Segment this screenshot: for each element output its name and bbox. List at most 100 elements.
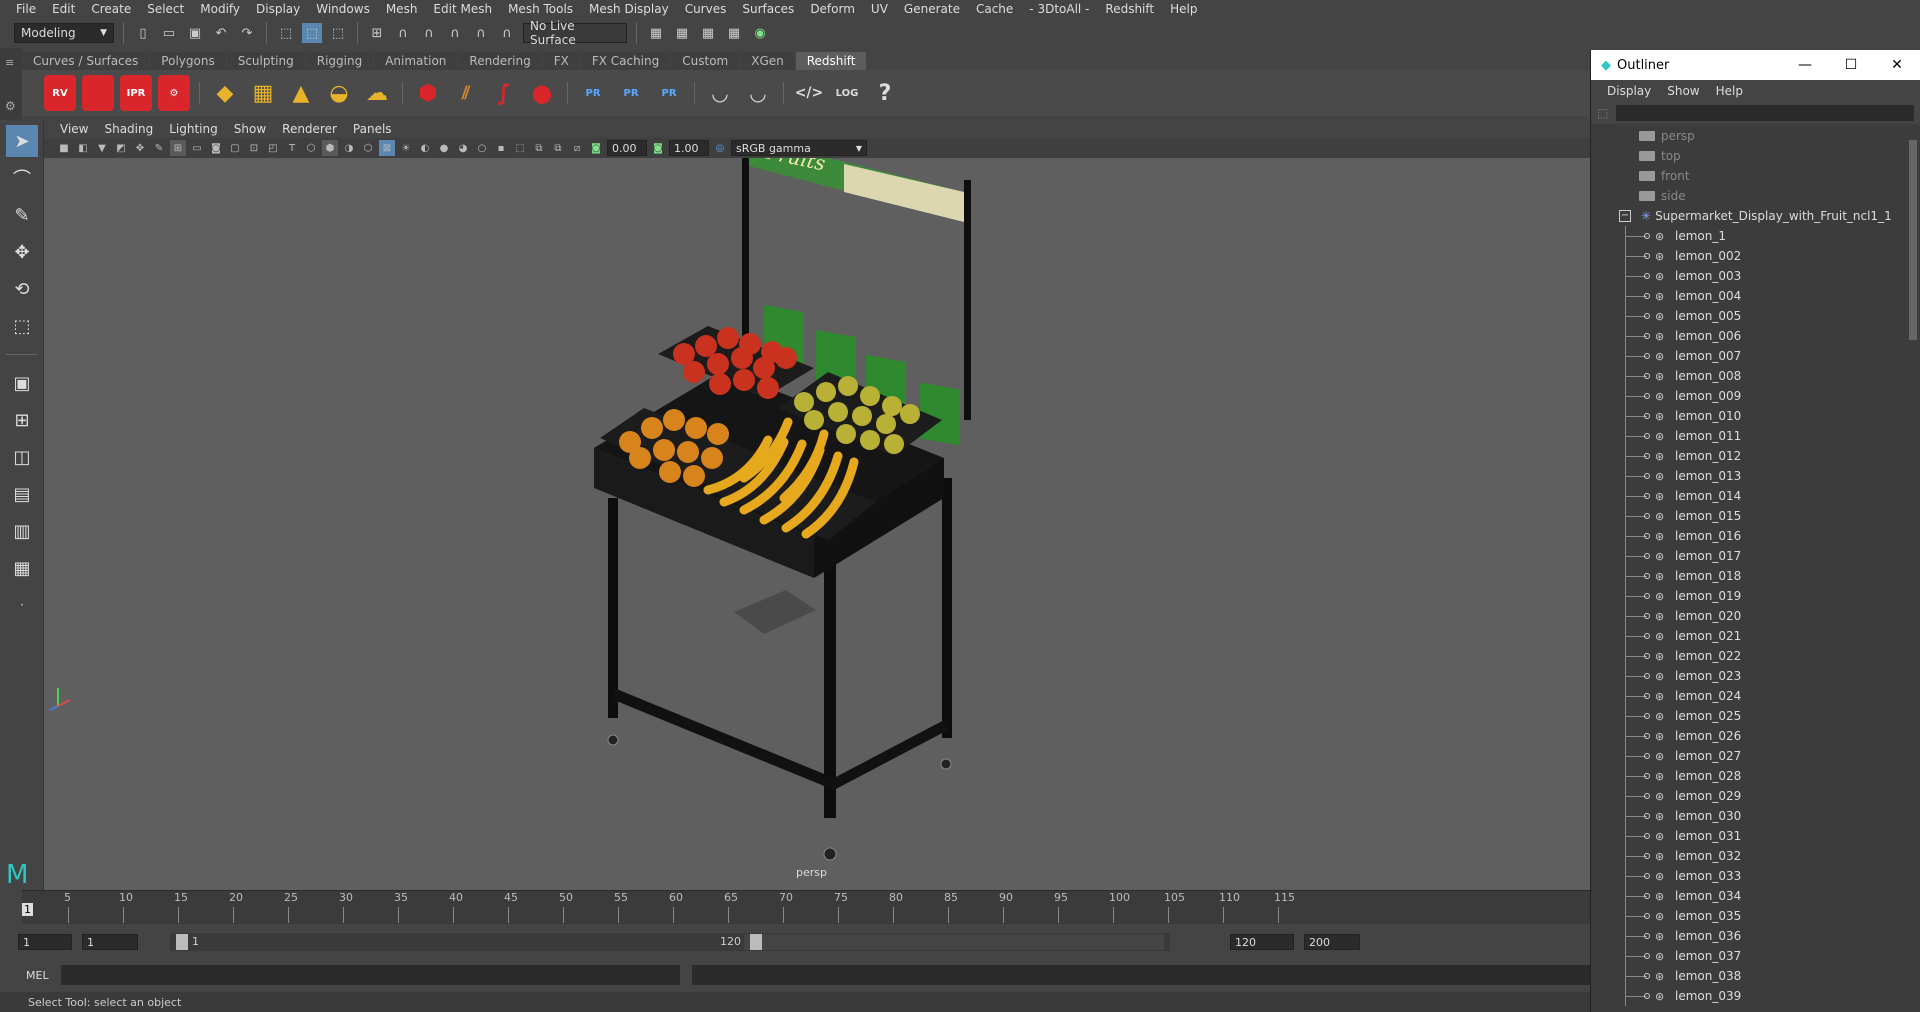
outliner-item-lemon[interactable]: ⊛ lemon_032 [1591, 846, 1907, 866]
grid-icon[interactable]: ⊞ [170, 140, 186, 156]
menu-modify[interactable]: Modify [192, 2, 248, 16]
log-icon[interactable]: LOG [831, 75, 863, 111]
outliner-item-group[interactable]: − ✳ Supermarket_Display_with_Fruit_ncl1_… [1591, 206, 1907, 226]
outliner-item-lemon[interactable]: ⊛ lemon_025 [1591, 706, 1907, 726]
menu-windows[interactable]: Windows [308, 2, 378, 16]
outliner-item-lemon[interactable]: ⊛ lemon_020 [1591, 606, 1907, 626]
field-chart-icon[interactable]: ⊡ [246, 140, 262, 156]
more-layouts-icon[interactable]: · [6, 589, 38, 621]
two-pane-icon[interactable]: ◫ [6, 441, 38, 473]
snap-point-icon[interactable]: ∩ [419, 23, 439, 43]
camera-attrs-icon[interactable]: ◧ [75, 140, 91, 156]
outliner-item-lemon[interactable]: ⊛ lemon_1 [1591, 226, 1907, 246]
outliner-item-top[interactable]: top [1591, 146, 1907, 166]
panel-menu-shading[interactable]: Shading [96, 122, 161, 136]
expand-dot-icon[interactable] [1644, 493, 1650, 499]
scale-tool-icon[interactable]: ⬚ [6, 310, 38, 342]
expand-dot-icon[interactable] [1644, 933, 1650, 939]
menu-edit-mesh[interactable]: Edit Mesh [425, 2, 500, 16]
menu-generate[interactable]: Generate [896, 2, 968, 16]
outliner-item-lemon[interactable]: ⊛ lemon_002 [1591, 246, 1907, 266]
outliner-item-lemon[interactable]: ⊛ lemon_026 [1591, 726, 1907, 746]
exposure-icon[interactable]: ◙ [588, 140, 604, 156]
redo-icon[interactable]: ↷ [237, 23, 257, 43]
expand-dot-icon[interactable] [1644, 333, 1650, 339]
expand-dot-icon[interactable] [1644, 753, 1650, 759]
expand-dot-icon[interactable] [1644, 273, 1650, 279]
bookmark-icon[interactable]: ▼ [94, 140, 110, 156]
outliner-item-lemon[interactable]: ⊛ lemon_012 [1591, 446, 1907, 466]
range-slider[interactable]: 1 120 [170, 933, 1170, 951]
outliner-item-lemon[interactable]: ⊛ lemon_009 [1591, 386, 1907, 406]
gear-icon[interactable]: ⚙ [5, 99, 22, 113]
image-plane-icon[interactable]: ◩ [113, 140, 129, 156]
menu-uv[interactable]: UV [863, 2, 896, 16]
expand-dot-icon[interactable] [1644, 433, 1650, 439]
panel-menu-lighting[interactable]: Lighting [161, 122, 226, 136]
undo-icon[interactable]: ↶ [211, 23, 231, 43]
tab-redshift[interactable]: Redshift [795, 52, 867, 70]
panel-menu-panels[interactable]: Panels [345, 122, 400, 136]
outliner-search-input[interactable] [1616, 105, 1914, 121]
ipr-render-icon[interactable]: ▦ [698, 23, 718, 43]
expand-dot-icon[interactable] [1644, 413, 1650, 419]
outliner-item-lemon[interactable]: ⊛ lemon_007 [1591, 346, 1907, 366]
outliner-item-lemon[interactable]: ⊛ lemon_011 [1591, 426, 1907, 446]
outliner-item-lemon[interactable]: ⊛ lemon_022 [1591, 646, 1907, 666]
menu-mesh-display[interactable]: Mesh Display [581, 2, 677, 16]
outliner-item-lemon[interactable]: ⊛ lemon_005 [1591, 306, 1907, 326]
outliner-item-lemon[interactable]: ⊛ lemon_029 [1591, 786, 1907, 806]
persp-graph-icon[interactable]: ▦ [6, 552, 38, 584]
expand-dot-icon[interactable] [1644, 973, 1650, 979]
pr-swap-icon[interactable]: PR [653, 75, 685, 111]
isolate-select-icon[interactable]: ⬚ [512, 140, 528, 156]
menu-edit[interactable]: Edit [44, 2, 83, 16]
expand-dot-icon[interactable] [1644, 553, 1650, 559]
film-gate-icon[interactable]: ▭ [189, 140, 205, 156]
expand-dot-icon[interactable] [1644, 253, 1650, 259]
command-input[interactable] [60, 965, 680, 985]
outliner-item-lemon[interactable]: ⊛ lemon_015 [1591, 506, 1907, 526]
collapse-icon[interactable]: − [1619, 210, 1631, 222]
motion-blur-icon[interactable]: ◕ [455, 140, 471, 156]
paint-select-icon[interactable]: ✎ [6, 199, 38, 231]
bowl-alt-icon[interactable]: ◡ [742, 75, 774, 111]
smooth-shade-icon[interactable]: ⬢ [322, 140, 338, 156]
menu-redshift[interactable]: Redshift [1097, 2, 1162, 16]
outliner-item-lemon[interactable]: ⊛ lemon_023 [1591, 666, 1907, 686]
outliner-item-lemon[interactable]: ⊛ lemon_027 [1591, 746, 1907, 766]
outliner-item-lemon[interactable]: ⊛ lemon_037 [1591, 946, 1907, 966]
panel-menu-renderer[interactable]: Renderer [274, 122, 345, 136]
mode-dropdown[interactable]: Modeling ▼ [14, 23, 114, 43]
proxy-icon[interactable]: ⬢ [412, 75, 444, 111]
outliner-item-lemon[interactable]: ⊛ lemon_033 [1591, 866, 1907, 886]
close-icon[interactable]: ✕ [1874, 57, 1920, 73]
outliner-item-lemon[interactable]: ⊛ lemon_021 [1591, 626, 1907, 646]
snap-view-icon[interactable]: ∩ [445, 23, 465, 43]
menu-mesh[interactable]: Mesh [378, 2, 426, 16]
outliner-item-lemon[interactable]: ⊛ lemon_018 [1591, 566, 1907, 586]
use-all-lights-icon[interactable]: ☀ [398, 140, 414, 156]
menu-display[interactable]: Display [248, 2, 308, 16]
outliner-item-lemon[interactable]: ⊛ lemon_014 [1591, 486, 1907, 506]
xray-components-icon[interactable]: ⧄ [569, 140, 585, 156]
tab-polygons[interactable]: Polygons [150, 52, 226, 70]
outliner-item-lemon[interactable]: ⊛ lemon_013 [1591, 466, 1907, 486]
expand-dot-icon[interactable] [1644, 793, 1650, 799]
tab-sculpting[interactable]: Sculpting [226, 52, 305, 70]
expand-dot-icon[interactable] [1644, 733, 1650, 739]
color-space-dropdown[interactable]: sRGB gamma ▼ [731, 140, 867, 156]
open-scene-icon[interactable]: ▭ [159, 23, 179, 43]
tab-custom[interactable]: Custom [671, 52, 740, 70]
expand-dot-icon[interactable] [1644, 613, 1650, 619]
ipr-icon[interactable]: IPR [120, 75, 152, 111]
light-icon[interactable]: ◆ [209, 75, 241, 111]
outliner-item-lemon[interactable]: ⊛ lemon_017 [1591, 546, 1907, 566]
render-view-icon[interactable]: ▦ [724, 23, 744, 43]
menu-create[interactable]: Create [83, 2, 139, 16]
tab-animation[interactable]: Animation [374, 52, 458, 70]
four-pane-icon[interactable]: ⊞ [6, 404, 38, 436]
render-frame-icon[interactable]: ▦ [672, 23, 692, 43]
magnet-icon[interactable]: ∩ [497, 23, 517, 43]
expand-dot-icon[interactable] [1644, 393, 1650, 399]
